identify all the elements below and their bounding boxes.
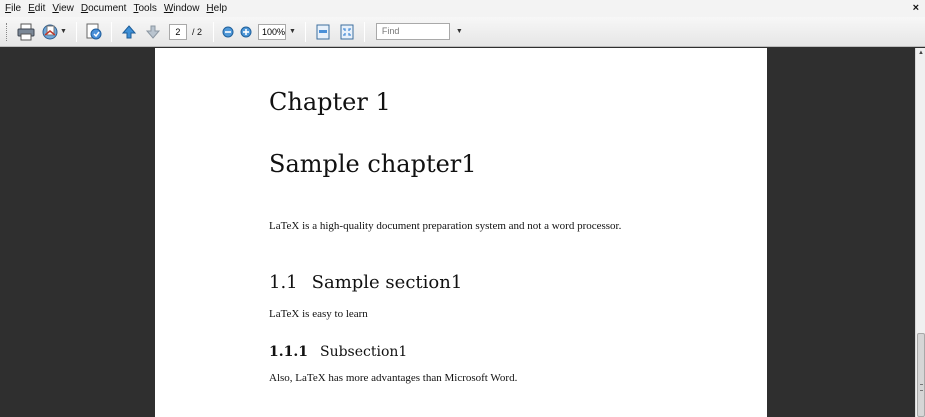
toolbar-separator [304,21,306,42]
fit-page-icon [316,24,330,39]
section-heading: 1.1 Sample section1 [269,272,462,293]
zoom-level-select[interactable]: 100% [257,23,286,40]
email-button[interactable] [39,21,61,43]
menu-help[interactable]: Help [203,0,231,17]
next-page-icon [145,25,161,39]
document-viewport[interactable]: Chapter 1 Sample chapter1 LaTeX is a hig… [0,48,915,417]
section-title: Sample section1 [311,272,463,293]
find-dropdown-icon[interactable]: ▼ [456,28,463,35]
close-document-button[interactable]: × [913,0,919,17]
menu-document[interactable]: Document [78,0,131,17]
fit-width-icon [340,24,354,39]
scroll-up-icon[interactable]: ▲ [916,48,925,58]
next-page-button[interactable] [142,21,164,43]
zoom-out-icon [222,26,234,37]
zoom-out-button[interactable] [220,21,236,43]
print-icon [17,23,35,40]
print-button[interactable] [15,21,37,43]
menu-file[interactable]: File [0,0,25,17]
toolbar-separator [212,21,214,42]
menu-bar: File Edit View Document Tools Window Hel… [0,0,925,17]
subsection-number: 1.1.1 [269,344,308,360]
current-page-input[interactable]: 2 [168,23,187,40]
previous-page-icon [121,24,137,38]
zoom-in-icon [240,26,252,37]
menu-edit[interactable]: Edit [25,0,49,17]
find-input[interactable]: Find [375,23,450,40]
chevron-down-icon[interactable]: ▼ [60,28,67,35]
fit-page-button[interactable] [312,21,334,43]
toolbar: ▼ 2 / 2 100% ▼ Find ▼ [0,17,925,47]
toolbar-separator [75,21,77,42]
chapter-label: Chapter 1 [269,88,391,116]
subsection-title: Subsection1 [319,344,408,360]
paragraph-2: LaTeX is easy to learn [269,308,368,320]
menu-view[interactable]: View [49,0,78,17]
menu-tools[interactable]: Tools [130,0,160,17]
zoom-in-button[interactable] [238,21,254,43]
section-number: 1.1 [269,272,298,293]
fit-width-button[interactable] [336,21,358,43]
document-settings-icon [86,23,102,39]
subsection-heading: 1.1.1 Subsection1 [269,344,407,360]
vertical-scrollbar[interactable]: ▲ [915,48,925,417]
toolbar-separator [363,21,365,42]
pdf-page: Chapter 1 Sample chapter1 LaTeX is a hig… [155,48,767,417]
scroll-thumb[interactable] [917,333,925,417]
previous-page-button[interactable] [118,21,140,43]
toolbar-grip[interactable] [6,22,8,41]
paragraph-1: LaTeX is a high-quality document prepara… [269,220,622,232]
paragraph-3: Also, LaTeX has more advantages than Mic… [269,372,518,384]
email-icon [42,24,58,39]
menu-window[interactable]: Window [161,0,204,17]
chapter-title: Sample chapter1 [269,150,477,178]
page-total: / 2 [191,26,202,37]
zoom-dropdown-icon[interactable]: ▼ [289,28,296,35]
document-settings-button[interactable] [83,21,105,43]
toolbar-separator [110,21,112,42]
